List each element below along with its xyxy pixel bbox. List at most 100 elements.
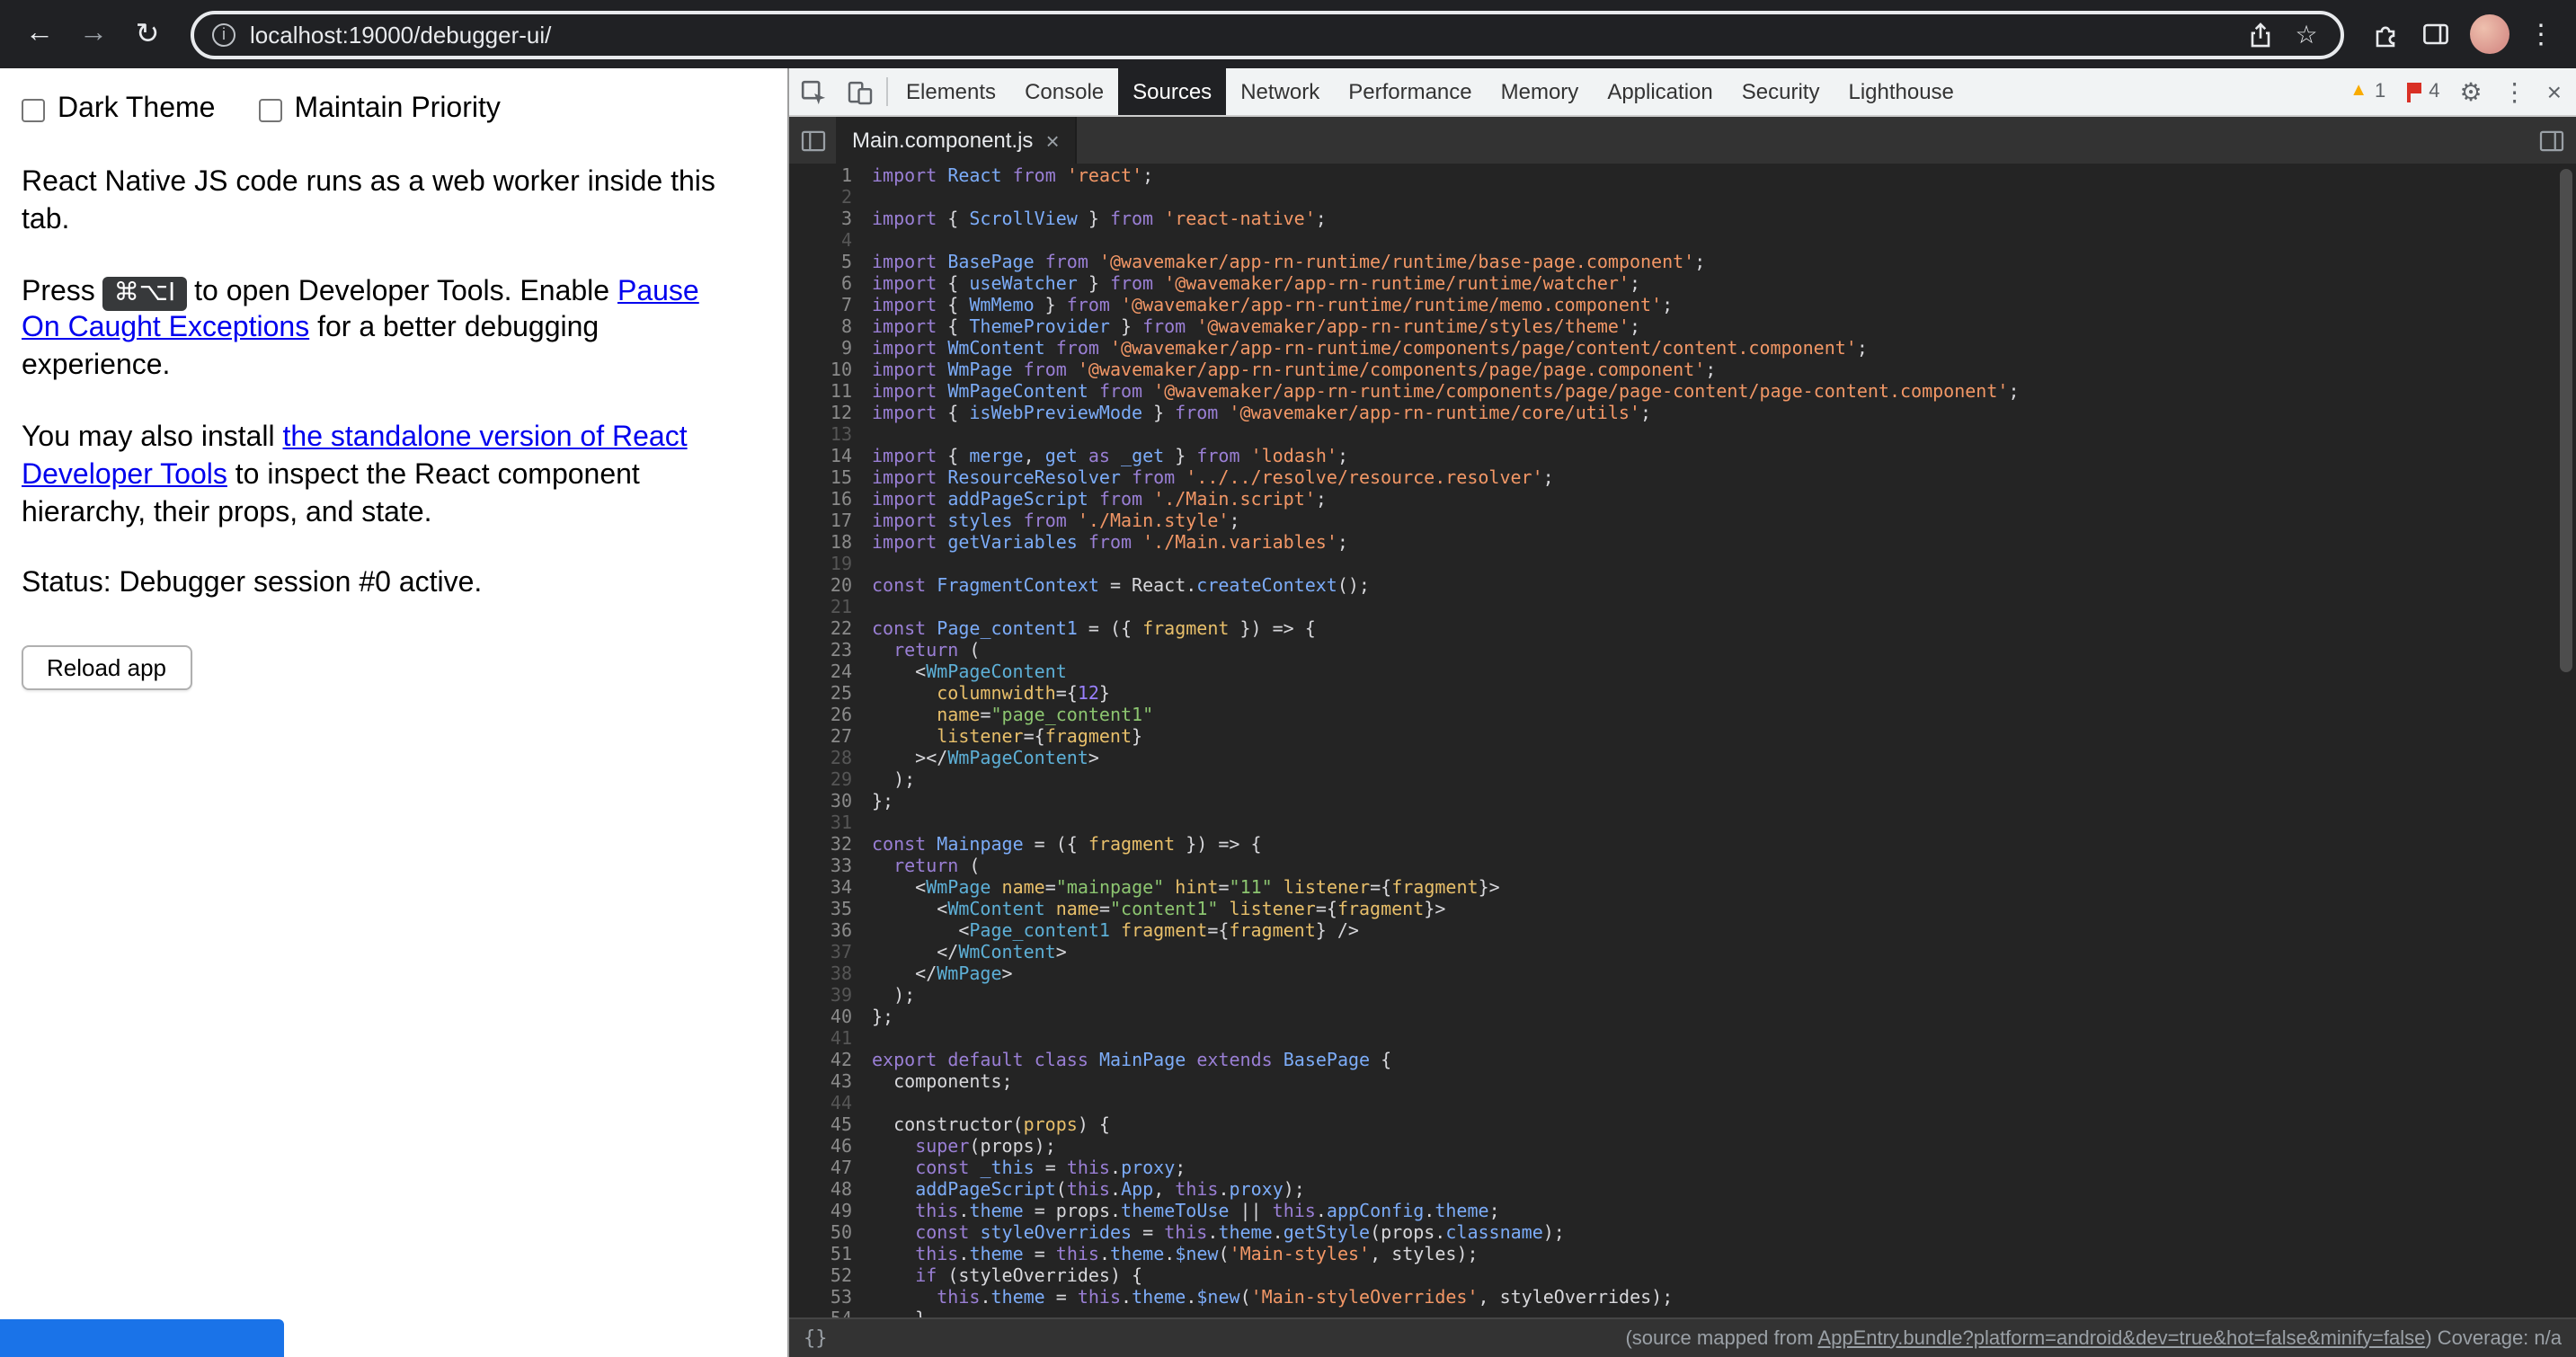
line-number[interactable]: 38 [789, 965, 852, 987]
code-line[interactable]: }; [872, 1008, 2576, 1030]
line-number[interactable]: 52 [789, 1267, 852, 1289]
code-line[interactable]: <WmPageContent [872, 663, 2576, 685]
show-navigator-icon[interactable] [789, 117, 836, 164]
profile-avatar[interactable] [2470, 14, 2509, 54]
devtools-tab-security[interactable]: Security [1728, 68, 1834, 115]
line-number[interactable]: 15 [789, 469, 852, 491]
line-number[interactable]: 18 [789, 534, 852, 555]
code-line[interactable]: const FragmentContext = React.createCont… [872, 577, 2576, 599]
line-number[interactable]: 11 [789, 383, 852, 404]
code-editor[interactable]: 1234567891011121314151617181920212223242… [789, 164, 2576, 1317]
code-line[interactable]: import { WmMemo } from '@wavemaker/app-r… [872, 297, 2576, 318]
devtools-tab-application[interactable]: Application [1593, 68, 1727, 115]
line-number[interactable]: 23 [789, 642, 852, 663]
line-number[interactable]: 53 [789, 1289, 852, 1310]
site-info-icon[interactable]: i [212, 22, 235, 46]
code-line[interactable] [872, 814, 2576, 836]
code-line[interactable]: name="page_content1" [872, 706, 2576, 728]
line-number-gutter[interactable]: 1234567891011121314151617181920212223242… [789, 164, 861, 1317]
devtools-tab-lighthouse[interactable]: Lighthouse [1834, 68, 1968, 115]
line-number[interactable]: 45 [789, 1116, 852, 1138]
line-number[interactable]: 32 [789, 836, 852, 857]
line-number[interactable]: 17 [789, 512, 852, 534]
code-line[interactable]: constructor(props) { [872, 1116, 2576, 1138]
show-debugger-sidebar-icon[interactable] [2538, 117, 2576, 164]
code-line[interactable]: import styles from './Main.style'; [872, 512, 2576, 534]
code-line[interactable] [872, 189, 2576, 210]
code-line[interactable]: this.theme = this.theme.$new('Main-style… [872, 1246, 2576, 1267]
line-number[interactable]: 31 [789, 814, 852, 836]
code-line[interactable] [872, 555, 2576, 577]
line-number[interactable]: 5 [789, 253, 852, 275]
reload-app-button[interactable]: Reload app [22, 645, 191, 690]
code-line[interactable]: import BasePage from '@wavemaker/app-rn-… [872, 253, 2576, 275]
browser-menu-icon[interactable]: ⋮ [2527, 18, 2554, 50]
reload-page-button[interactable]: ↻ [122, 9, 173, 59]
code-line[interactable]: addPageScript(this.App, this.proxy); [872, 1181, 2576, 1202]
code-line[interactable]: import { isWebPreviewMode } from '@wavem… [872, 404, 2576, 426]
code-line[interactable]: super(props); [872, 1138, 2576, 1159]
code-line[interactable]: <WmPage name="mainpage" hint="11" listen… [872, 879, 2576, 900]
devtools-menu-icon[interactable]: ⋮ [2502, 76, 2527, 107]
share-icon[interactable] [2243, 18, 2276, 50]
code-line[interactable]: return ( [872, 857, 2576, 879]
line-number[interactable]: 35 [789, 900, 852, 922]
code-line[interactable]: const Mainpage = ({ fragment }) => { [872, 836, 2576, 857]
code-line[interactable] [872, 426, 2576, 448]
line-number[interactable]: 3 [789, 210, 852, 232]
line-number[interactable]: 49 [789, 1202, 852, 1224]
devtools-tab-memory[interactable]: Memory [1487, 68, 1594, 115]
line-number[interactable]: 16 [789, 491, 852, 512]
line-number[interactable]: 54 [789, 1310, 852, 1317]
line-number[interactable]: 34 [789, 879, 852, 900]
code-line[interactable]: import { merge, get as _get } from 'loda… [872, 448, 2576, 469]
devtools-tab-console[interactable]: Console [1010, 68, 1118, 115]
line-number[interactable]: 48 [789, 1181, 852, 1202]
code-line[interactable] [872, 599, 2576, 620]
code-line[interactable] [872, 1030, 2576, 1051]
side-panel-icon[interactable] [2420, 18, 2452, 50]
code-line[interactable] [872, 1095, 2576, 1116]
code-line[interactable]: const Page_content1 = ({ fragment }) => … [872, 620, 2576, 642]
code-line[interactable]: ); [872, 987, 2576, 1008]
line-number[interactable]: 26 [789, 706, 852, 728]
code-line[interactable]: ></WmPageContent> [872, 749, 2576, 771]
code-line[interactable]: import WmPage from '@wavemaker/app-rn-ru… [872, 361, 2576, 383]
line-number[interactable]: 43 [789, 1073, 852, 1095]
line-number[interactable]: 12 [789, 404, 852, 426]
code-line[interactable]: const _this = this.proxy; [872, 1159, 2576, 1181]
omnibox[interactable]: i localhost:19000/debugger-ui/ ☆ [191, 10, 2344, 58]
code-line[interactable]: export default class MainPage extends Ba… [872, 1051, 2576, 1073]
line-number[interactable]: 51 [789, 1246, 852, 1267]
line-number[interactable]: 24 [789, 663, 852, 685]
line-number[interactable]: 20 [789, 577, 852, 599]
code-line[interactable]: import addPageScript from './Main.script… [872, 491, 2576, 512]
line-number[interactable]: 36 [789, 922, 852, 944]
url-text[interactable]: localhost:19000/debugger-ui/ [250, 21, 2229, 48]
line-number[interactable]: 39 [789, 987, 852, 1008]
line-number[interactable]: 6 [789, 275, 852, 297]
line-number[interactable]: 1 [789, 167, 852, 189]
code-line[interactable]: return ( [872, 642, 2576, 663]
file-tab-main-component[interactable]: Main.component.js × [836, 117, 1078, 164]
line-number[interactable]: 50 [789, 1224, 852, 1246]
line-number[interactable]: 2 [789, 189, 852, 210]
source-map-link[interactable]: AppEntry.bundle?platform=android&dev=tru… [1817, 1327, 2425, 1349]
code-line[interactable]: import React from 'react'; [872, 167, 2576, 189]
line-number[interactable]: 44 [789, 1095, 852, 1116]
line-number[interactable]: 27 [789, 728, 852, 749]
inspect-element-icon[interactable] [789, 68, 836, 115]
code-line[interactable]: this.theme = this.theme.$new('Main-style… [872, 1289, 2576, 1310]
line-number[interactable]: 14 [789, 448, 852, 469]
code-line[interactable]: import { ThemeProvider } from '@wavemake… [872, 318, 2576, 340]
back-button[interactable]: ← [14, 9, 65, 59]
devtools-tab-performance[interactable]: Performance [1334, 68, 1486, 115]
dark-theme-checkbox[interactable] [22, 98, 45, 121]
code-line[interactable]: <WmContent name="content1" listener={fra… [872, 900, 2576, 922]
code-content[interactable]: import React from 'react'; import { Scro… [861, 164, 2576, 1317]
code-line[interactable]: ); [872, 771, 2576, 793]
forward-button[interactable]: → [68, 9, 119, 59]
code-line[interactable]: import { useWatcher } from '@wavemaker/a… [872, 275, 2576, 297]
editor-scrollbar[interactable] [2560, 169, 2572, 672]
issues-badge[interactable]: 4 [2405, 81, 2439, 102]
